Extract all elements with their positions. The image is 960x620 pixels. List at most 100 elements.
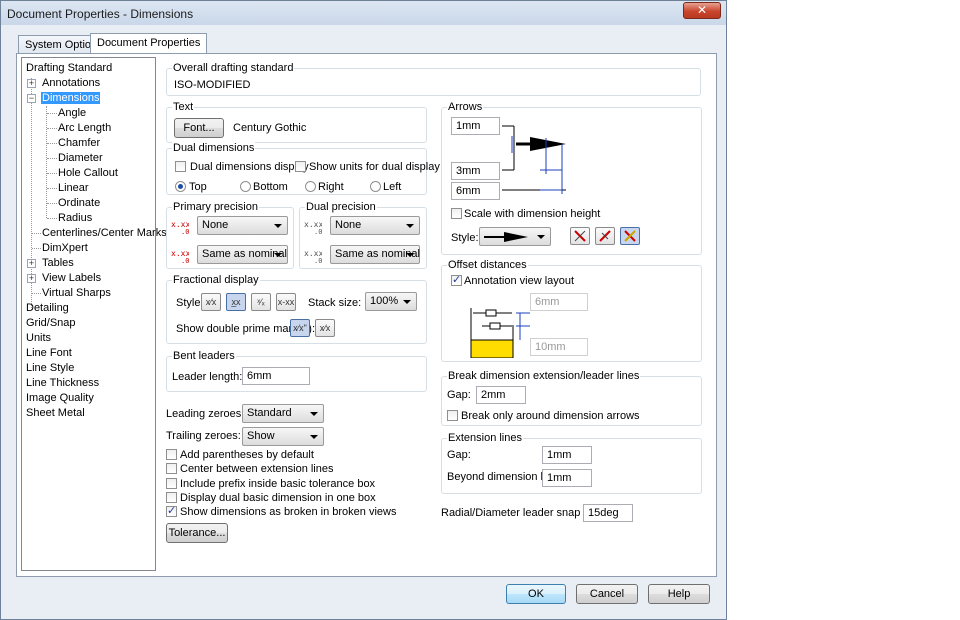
collapse-icon[interactable]: − xyxy=(27,94,36,103)
dual-display-checkbox[interactable] xyxy=(175,161,186,172)
tree-item-view-labels[interactable]: View Labels xyxy=(42,271,101,285)
expand-icon[interactable]: + xyxy=(27,79,36,88)
display-dual-basic-checkbox[interactable] xyxy=(166,492,177,503)
filled-arrow-icon xyxy=(484,232,528,242)
primary-tolerance-precision-select[interactable]: Same as nominal xyxy=(197,245,288,264)
break-gap-field[interactable]: 2mm xyxy=(476,386,526,404)
fractional-display-label: Fractional display xyxy=(172,274,260,286)
help-button[interactable]: Help xyxy=(648,584,710,604)
add-parentheses-checkbox[interactable] xyxy=(166,449,177,460)
tree-item-label: Virtual Sharps xyxy=(42,287,111,299)
tree-item-centerlines[interactable]: Centerlines/Center Marks xyxy=(42,226,167,240)
stack-size-select[interactable]: 100% xyxy=(365,292,417,311)
tree-item-dimxpert[interactable]: DimXpert xyxy=(42,241,88,255)
scale-dimension-height-checkbox[interactable] xyxy=(451,208,462,219)
radial-snap-angle-field[interactable]: 15deg xyxy=(583,504,633,522)
fraction-decimal-icon[interactable]: x-xx xyxy=(276,293,296,311)
tree-item-chamfer[interactable]: Chamfer xyxy=(58,136,100,150)
tree-item-sheet-metal[interactable]: Sheet Metal xyxy=(26,406,85,420)
top-radio[interactable] xyxy=(175,181,186,192)
tree-item-angle[interactable]: Angle xyxy=(58,106,86,120)
arrow-dimension-diagram xyxy=(502,125,566,194)
include-prefix-label: Include prefix inside basic tolerance bo… xyxy=(180,478,376,490)
font-name: Century Gothic xyxy=(233,122,307,134)
primary-precision-select[interactable]: None xyxy=(197,216,288,235)
stack-size-value: 100% xyxy=(370,295,399,307)
options-tree[interactable]: Drafting Standard + Annotations − Dimens… xyxy=(21,57,167,571)
ok-button[interactable]: OK xyxy=(506,584,566,604)
tree-item-label: Line Thickness xyxy=(26,377,100,389)
tree-item-label: Line Style xyxy=(26,362,75,374)
arrow-length-field[interactable]: 6mm xyxy=(451,182,500,200)
tab-document-properties[interactable]: Document Properties xyxy=(90,33,208,55)
tree-item-radius[interactable]: Radius xyxy=(58,211,92,225)
precision-value-icon: x.xx.01 xyxy=(171,220,189,235)
tree-item-line-style[interactable]: Line Style xyxy=(26,361,74,375)
dual-precision-select[interactable]: None xyxy=(330,216,420,235)
tree-item-label: Arc Length xyxy=(58,122,112,134)
break-only-around-arrows-label: Break only around dimension arrows xyxy=(461,410,640,422)
extension-gap-field[interactable]: 1mm xyxy=(542,446,592,464)
fraction-stacked-icon[interactable]: x̲x xyxy=(226,293,246,311)
offset-distance-2-field[interactable]: 10mm xyxy=(530,338,588,356)
close-button[interactable]: ✕ xyxy=(683,2,721,19)
annotation-view-layout-checkbox[interactable] xyxy=(451,273,462,286)
center-between-checkbox[interactable] xyxy=(166,463,177,474)
beyond-dimension-line-field[interactable]: 1mm xyxy=(542,469,592,487)
tolerance-button[interactable]: Tolerance... xyxy=(166,523,228,543)
double-prime-off-icon[interactable]: x⁄x xyxy=(315,319,335,337)
tree-item-label: Sheet Metal xyxy=(26,407,85,419)
tree-item-arc-length[interactable]: Arc Length xyxy=(58,121,111,135)
tree-item-label: Centerlines/Center Marks xyxy=(42,227,167,239)
arrows-inside-icon[interactable] xyxy=(595,227,615,245)
tree-item-image-quality[interactable]: Image Quality xyxy=(26,391,94,405)
tree-item-ordinate[interactable]: Ordinate xyxy=(58,196,100,210)
arrows-outside-icon[interactable] xyxy=(570,227,590,245)
show-broken-checkbox[interactable] xyxy=(166,504,177,517)
expand-icon[interactable]: + xyxy=(27,259,36,268)
offset-distance-1-field[interactable]: 6mm xyxy=(530,293,588,311)
tree-item-units[interactable]: Units xyxy=(26,331,51,345)
tree-item-grid-snap[interactable]: Grid/Snap xyxy=(26,316,76,330)
title-bar: Document Properties - Dimensions ✕ xyxy=(1,1,726,25)
stack-size-label: Stack size: xyxy=(308,297,362,309)
leading-zeroes-select[interactable]: Standard xyxy=(242,404,324,423)
cancel-button[interactable]: Cancel xyxy=(576,584,638,604)
fraction-diagonal-icon[interactable]: ˣ⁄ₓ xyxy=(251,293,271,311)
tree-item-virtual-sharps[interactable]: Virtual Sharps xyxy=(42,286,111,300)
tree-item-tables[interactable]: Tables xyxy=(42,256,74,270)
tree-item-detailing[interactable]: Detailing xyxy=(26,301,69,315)
show-units-checkbox[interactable] xyxy=(295,161,306,172)
tree-item-label: Diameter xyxy=(58,152,103,164)
arrow-height-field[interactable]: 1mm xyxy=(451,117,500,135)
expand-icon[interactable]: + xyxy=(27,274,36,283)
left-radio[interactable] xyxy=(370,181,381,192)
bottom-radio[interactable] xyxy=(240,181,251,192)
tree-item-line-font[interactable]: Line Font xyxy=(26,346,72,360)
dual-tolerance-precision-select[interactable]: Same as nominal xyxy=(330,245,420,264)
arrows-smart-icon[interactable] xyxy=(620,227,640,245)
font-button[interactable]: Font... xyxy=(174,118,224,138)
arrow-style-select[interactable] xyxy=(479,227,551,246)
arrow-width-field[interactable]: 3mm xyxy=(451,162,500,180)
trailing-zeroes-select[interactable]: Show xyxy=(242,427,324,446)
tree-item-drafting-standard[interactable]: Drafting Standard xyxy=(26,61,112,75)
tree-item-line-thickness[interactable]: Line Thickness xyxy=(26,376,99,390)
tree-item-annotations[interactable]: Annotations xyxy=(42,76,100,90)
chevron-down-icon xyxy=(274,253,282,257)
tree-item-diameter[interactable]: Diameter xyxy=(58,151,103,165)
right-radio[interactable] xyxy=(305,181,316,192)
center-between-label: Center between extension lines xyxy=(180,463,334,475)
extension-gap-label: Gap: xyxy=(447,449,471,461)
leader-length-field[interactable]: 6mm xyxy=(242,367,310,385)
tree-item-linear[interactable]: Linear xyxy=(58,181,89,195)
fraction-inline-icon[interactable]: x⁄x xyxy=(201,293,221,311)
chevron-down-icon xyxy=(310,435,318,439)
include-prefix-checkbox[interactable] xyxy=(166,478,177,489)
left-radio-label: Left xyxy=(383,181,402,193)
top-radio-label: Top xyxy=(189,181,207,193)
tree-item-dimensions[interactable]: Dimensions xyxy=(39,91,102,105)
double-prime-on-icon[interactable]: x⁄x" xyxy=(290,319,310,337)
break-only-around-arrows-checkbox[interactable] xyxy=(447,410,458,421)
tree-item-hole-callout[interactable]: Hole Callout xyxy=(58,166,118,180)
